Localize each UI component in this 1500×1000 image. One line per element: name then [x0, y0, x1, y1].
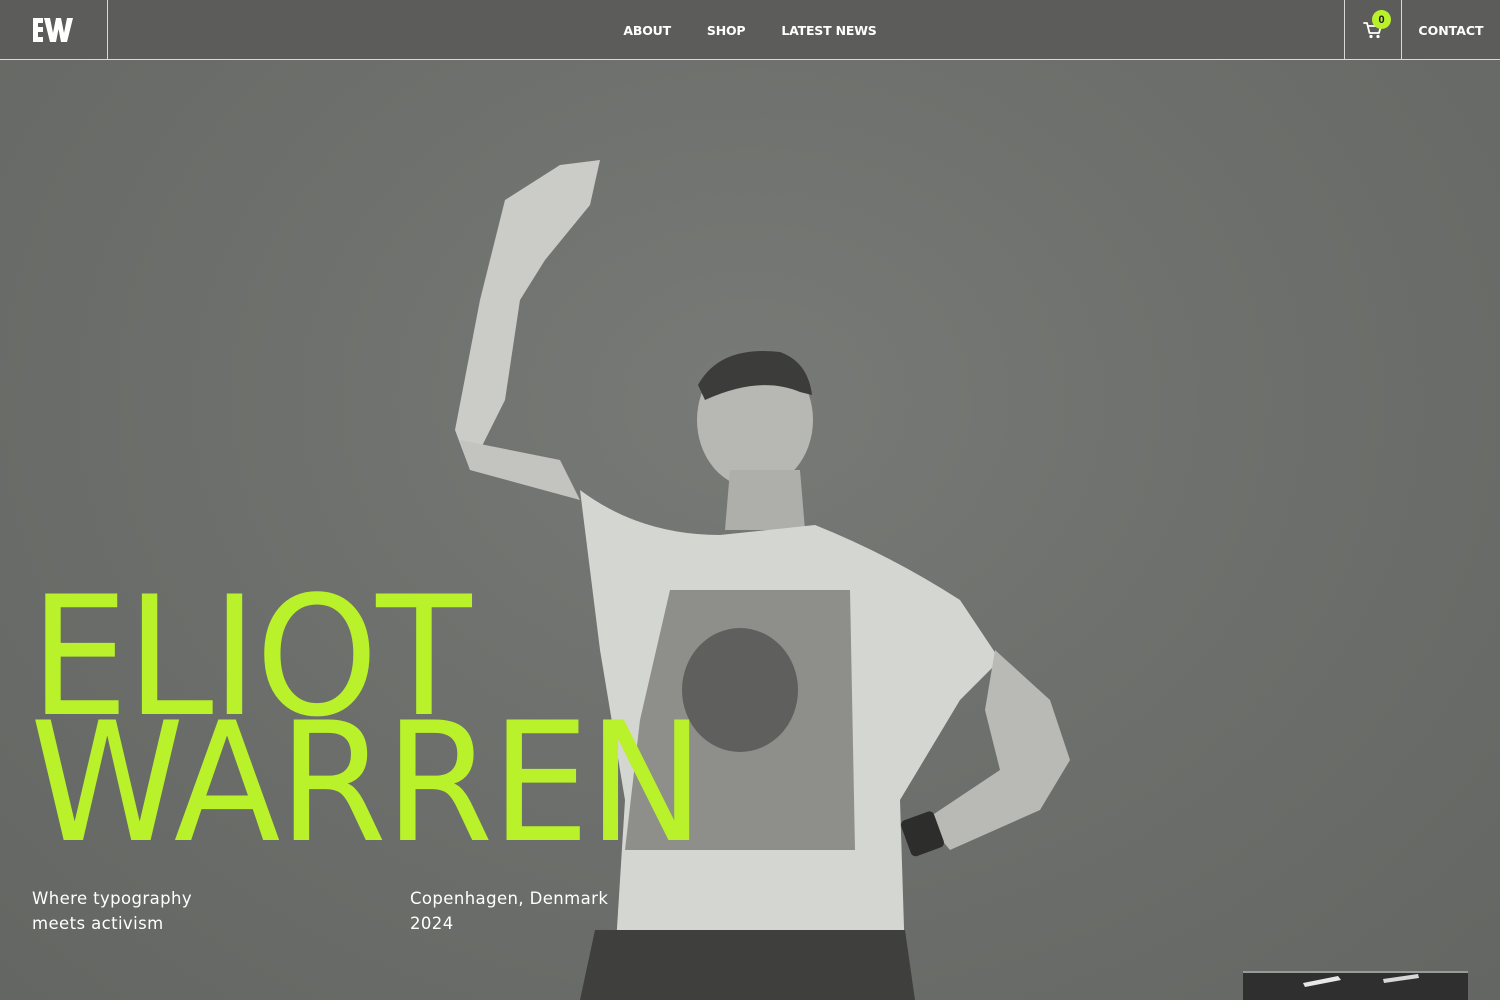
cart-button[interactable]: 0 — [1344, 0, 1402, 60]
nav-about[interactable]: About — [623, 23, 671, 38]
site-header: About Shop Latest News 0 CONTACT — [0, 0, 1500, 60]
tagline-line-2: meets activism — [32, 914, 164, 933]
main-nav: About Shop Latest News — [0, 0, 1500, 60]
location-city: Copenhagen, Denmark — [410, 889, 609, 908]
nav-latest-news[interactable]: Latest News — [781, 23, 876, 38]
contact-link[interactable]: CONTACT — [1418, 23, 1483, 38]
thumbnail-image — [1243, 971, 1468, 1000]
preview-thumbnail[interactable] — [1243, 971, 1468, 1000]
logo-link[interactable] — [0, 0, 108, 60]
hero-location: Copenhagen, Denmark 2024 — [410, 886, 608, 936]
ew-monogram-logo — [33, 17, 73, 42]
contact-cell: CONTACT — [1402, 0, 1500, 60]
nav-shop[interactable]: Shop — [707, 23, 746, 38]
hero-title: ELIOT WARREN — [30, 574, 704, 865]
cart-count-badge: 0 — [1372, 10, 1391, 29]
hero-tagline: Where typography meets activism — [32, 886, 192, 936]
hero-title-last-name: WARREN — [30, 686, 704, 880]
tagline-line-1: Where typography — [32, 889, 193, 908]
location-year: 2024 — [410, 914, 454, 933]
